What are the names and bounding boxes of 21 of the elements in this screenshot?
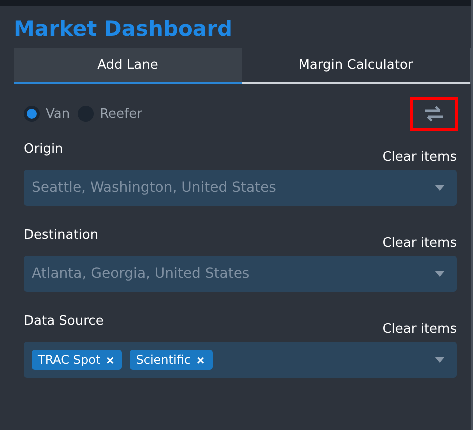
remove-button[interactable]: × — [194, 352, 207, 368]
caret-icon — [435, 357, 445, 363]
radio-label: Van — [46, 106, 70, 122]
chip-label: TRAC Spot — [38, 353, 101, 367]
field-label: Origin — [24, 142, 64, 157]
remove-button[interactable]: × — [104, 352, 116, 368]
caret-icon — [435, 271, 445, 277]
chip-label: Scientific — [136, 353, 191, 367]
clear-items-link[interactable]: Clear items — [382, 150, 457, 165]
select-field[interactable]: TRAC Spot × Scientific × — [24, 342, 457, 378]
clear-items-link[interactable]: Clear items — [382, 236, 457, 251]
page-title: Market Dashboard — [14, 16, 234, 42]
field-label: Data Source — [24, 314, 104, 329]
radio-label: Reefer — [100, 106, 142, 122]
tab[interactable]: Margin Calculator — [242, 48, 470, 84]
caret-icon — [435, 185, 445, 191]
clear-items-link[interactable]: Clear items — [382, 322, 457, 337]
swap-icon[interactable] — [423, 106, 445, 122]
tab[interactable]: Add Lane — [14, 48, 242, 84]
radio-button[interactable] — [24, 106, 40, 122]
field-label: Destination — [24, 228, 99, 243]
